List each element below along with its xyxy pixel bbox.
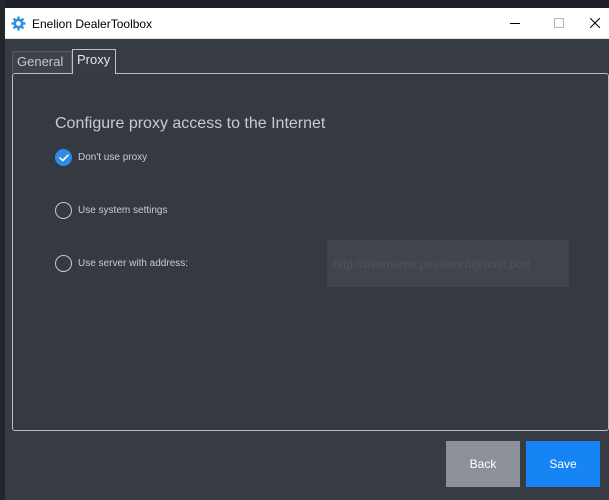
app-window: Enelion DealerToolbox General Proxy Conf… xyxy=(5,8,609,500)
option-label: Use system settings xyxy=(78,205,168,216)
tab-general[interactable]: General xyxy=(12,51,72,73)
radio-unchecked-icon[interactable] xyxy=(55,255,72,272)
radio-unchecked-icon[interactable] xyxy=(55,202,72,219)
close-button[interactable] xyxy=(573,8,609,39)
option-system-settings[interactable]: Use system settings xyxy=(55,202,167,219)
minimize-button[interactable] xyxy=(493,8,537,39)
option-label: Use server with address: xyxy=(78,258,189,269)
close-icon xyxy=(589,15,601,33)
proxy-address-input[interactable] xyxy=(327,240,569,287)
option-no-proxy[interactable]: Don't use proxy xyxy=(55,149,147,166)
option-server-address[interactable]: Use server with address: xyxy=(55,255,188,272)
gear-icon xyxy=(11,16,26,31)
title-bar[interactable]: Enelion DealerToolbox xyxy=(5,8,609,39)
save-button[interactable]: Save xyxy=(526,441,600,487)
window-title: Enelion DealerToolbox xyxy=(32,17,153,31)
tab-proxy[interactable]: Proxy xyxy=(72,49,116,74)
minimize-icon xyxy=(510,15,520,33)
proxy-heading: Configure proxy access to the Internet xyxy=(55,115,326,132)
maximize-icon xyxy=(554,15,564,33)
back-button[interactable]: Back xyxy=(446,441,520,487)
option-label: Don't use proxy xyxy=(78,152,148,163)
radio-checked-icon[interactable] xyxy=(55,149,72,166)
